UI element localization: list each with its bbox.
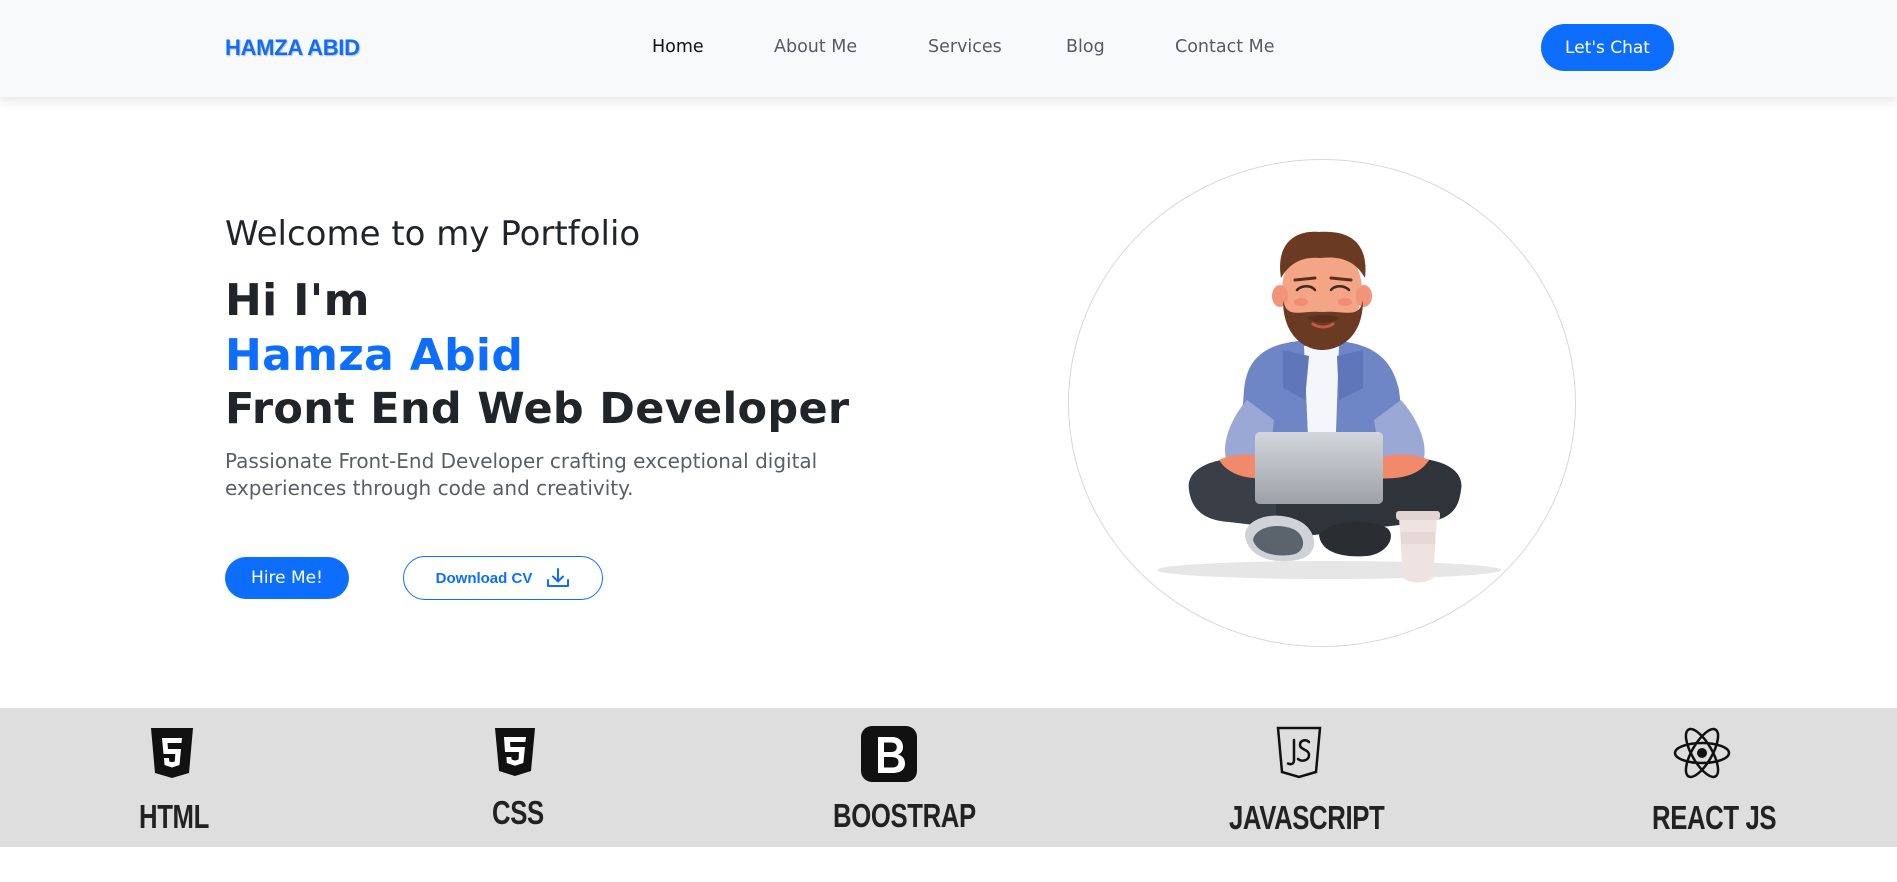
skill-bootstrap-label: BOOSTRAP <box>833 797 976 834</box>
skill-react-label: REACT JS <box>1652 799 1777 836</box>
brand-logo[interactable]: HAMZA ABID <box>225 35 360 61</box>
download-cv-label: Download CV <box>435 569 533 587</box>
nav-link-contact[interactable]: Contact Me <box>1175 37 1275 57</box>
skill-html-label: HTML <box>139 798 209 835</box>
skill-javascript-label: JAVASCRIPT <box>1229 799 1385 836</box>
download-cv-button[interactable]: Download CV <box>403 556 603 600</box>
nav-link-about[interactable]: About Me <box>774 37 857 57</box>
bootstrap-icon <box>861 726 917 786</box>
hero-description: Passionate Front-End Developer crafting … <box>225 449 818 500</box>
javascript-icon <box>1275 726 1323 784</box>
html5-icon <box>148 727 196 783</box>
nav-link-services[interactable]: Services <box>928 37 1002 57</box>
hero-role: Front End Web Developer <box>225 384 850 434</box>
hero-greeting: Hi I'm <box>225 275 370 326</box>
navbar: HAMZA ABID Home About Me Services Blog C… <box>0 0 1897 97</box>
nav-link-blog[interactable]: Blog <box>1066 37 1105 57</box>
react-icon <box>1673 726 1731 784</box>
skills-bar: HTML CSS BOOSTRAP JAVASCRIPT REACT JS <box>0 708 1897 847</box>
hero-subtitle: Welcome to my Portfolio <box>225 214 641 254</box>
hire-me-button[interactable]: Hire Me! <box>225 557 349 599</box>
hero-name: Hamza Abid <box>225 330 524 381</box>
skill-css-label: CSS <box>492 794 544 831</box>
css3-icon <box>492 727 538 781</box>
nav-link-home[interactable]: Home <box>652 37 704 57</box>
developer-with-laptop-illustration <box>1068 159 1576 647</box>
lets-chat-button[interactable]: Let's Chat <box>1541 24 1674 71</box>
download-icon <box>546 567 570 589</box>
